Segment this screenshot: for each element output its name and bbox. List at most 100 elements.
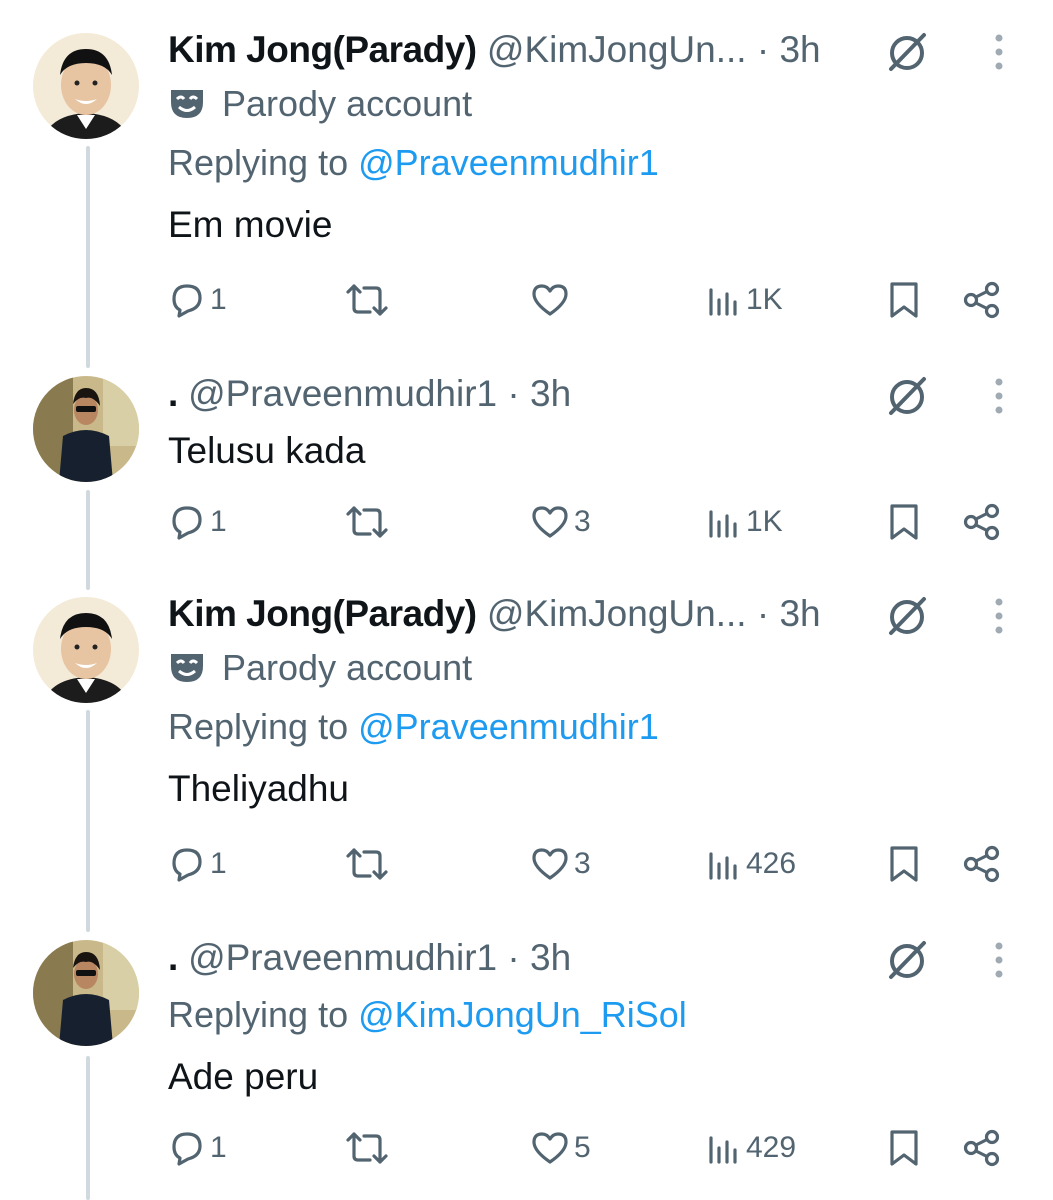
bookmark-icon (890, 504, 918, 540)
handle[interactable]: @KimJongUn... (487, 29, 747, 70)
avatar[interactable] (33, 33, 139, 139)
bookmark-button[interactable] (888, 494, 920, 550)
more-icon[interactable] (994, 378, 1004, 414)
retweet-button[interactable] (344, 494, 394, 550)
parody-label: Parody account (168, 76, 1053, 132)
views-count: 1K (746, 505, 783, 538)
views-count: 429 (746, 1131, 797, 1164)
bookmark-button[interactable] (888, 272, 920, 328)
replying-to: Replying to @Praveenmudhir1 (168, 696, 1053, 758)
replying-prefix: Replying to (168, 142, 349, 183)
like-icon (532, 284, 568, 316)
grok-icon[interactable] (884, 592, 930, 638)
grok-icon[interactable] (884, 936, 930, 982)
reply-icon (172, 284, 202, 318)
action-bar: 1 3 1K (168, 494, 1053, 550)
like-icon (532, 848, 568, 880)
views-count: 426 (746, 847, 797, 880)
replying-prefix: Replying to (168, 706, 349, 747)
replying-prefix: Replying to (168, 994, 349, 1035)
tweet-header: Kim Jong(Parady) @KimJongUn... · 3h (168, 24, 1053, 76)
tweet[interactable]: Kim Jong(Parady) @KimJongUn... · 3h Paro… (0, 0, 1053, 360)
bookmark-button[interactable] (888, 1120, 920, 1176)
retweet-icon (346, 848, 388, 880)
like-count: 3 (574, 847, 591, 880)
share-icon (963, 503, 1000, 541)
action-bar: 1 5 429 (168, 1120, 1053, 1176)
like-count: 5 (574, 1131, 591, 1164)
timestamp[interactable]: · 3h (757, 29, 821, 70)
action-bar: 1 3 426 (168, 836, 1053, 892)
like-button[interactable]: 5 (530, 1120, 591, 1176)
more-icon[interactable] (994, 942, 1004, 978)
retweet-icon (346, 506, 388, 538)
handle[interactable]: @Praveenmudhir1 (188, 373, 497, 414)
timestamp[interactable]: · 3h (507, 373, 571, 414)
bookmark-button[interactable] (888, 836, 920, 892)
replying-to: Replying to @KimJongUn_RiSol (168, 984, 1053, 1046)
reply-mention-link[interactable]: @Praveenmudhir1 (358, 142, 659, 183)
display-name[interactable]: Kim Jong(Parady) (168, 593, 477, 634)
parody-text: Parody account (222, 83, 473, 124)
tweet[interactable]: Kim Jong(Parady) @KimJongUn... · 3h Paro… (0, 580, 1053, 920)
avatar[interactable] (33, 376, 139, 482)
display-name[interactable]: Kim Jong(Parady) (168, 29, 477, 70)
tweet-header: . @Praveenmudhir1 · 3h (168, 932, 1053, 984)
display-name[interactable]: . (168, 373, 178, 414)
timestamp[interactable]: · 3h (757, 593, 821, 634)
reply-button[interactable]: 1 (168, 1120, 227, 1176)
reply-mention-link[interactable]: @Praveenmudhir1 (358, 706, 659, 747)
grok-icon[interactable] (884, 372, 930, 418)
views-button[interactable]: 1K (706, 272, 783, 328)
like-icon (532, 506, 568, 538)
reply-count: 1 (210, 847, 227, 880)
handle[interactable]: @Praveenmudhir1 (188, 937, 497, 978)
reply-mention-link[interactable]: @KimJongUn_RiSol (358, 994, 687, 1035)
retweet-button[interactable] (344, 1120, 394, 1176)
reply-button[interactable]: 1 (168, 836, 227, 892)
replying-to: Replying to @Praveenmudhir1 (168, 132, 1053, 194)
like-button[interactable] (530, 272, 574, 328)
tweet-text: Em movie (168, 204, 333, 245)
more-icon[interactable] (994, 598, 1004, 634)
like-button[interactable]: 3 (530, 494, 591, 550)
tweet-text: Theliyadhu (168, 768, 350, 809)
reply-button[interactable]: 1 (168, 272, 227, 328)
parody-text: Parody account (222, 647, 473, 688)
tweet[interactable]: . @Praveenmudhir1 · 3h Telusu kada 1 3 1… (0, 360, 1053, 580)
reply-icon (172, 506, 202, 540)
like-button[interactable]: 3 (530, 836, 591, 892)
avatar[interactable] (33, 940, 139, 1046)
avatar[interactable] (33, 597, 139, 703)
tweet[interactable]: . @Praveenmudhir1 · 3h Replying to @KimJ… (0, 920, 1053, 1200)
tweet-text: Ade peru (168, 1056, 319, 1097)
parody-label: Parody account (168, 640, 1053, 696)
retweet-button[interactable] (344, 836, 394, 892)
reply-icon (172, 848, 202, 882)
views-icon (709, 510, 737, 538)
reply-count: 1 (210, 283, 227, 316)
tweet-text: Telusu kada (168, 430, 366, 471)
share-icon (963, 281, 1000, 319)
bookmark-icon (890, 282, 918, 318)
timestamp[interactable]: · 3h (507, 937, 571, 978)
bookmark-icon (890, 846, 918, 882)
like-icon (532, 1132, 568, 1164)
grok-icon[interactable] (884, 28, 930, 74)
share-button[interactable] (962, 1120, 1002, 1176)
views-icon (709, 288, 737, 316)
more-icon[interactable] (994, 34, 1004, 70)
views-button[interactable]: 429 (706, 1120, 796, 1176)
share-icon (963, 845, 1000, 883)
share-button[interactable] (962, 494, 1002, 550)
display-name[interactable]: . (168, 937, 178, 978)
reply-icon (172, 1132, 202, 1166)
like-count: 3 (574, 505, 591, 538)
share-button[interactable] (962, 272, 1002, 328)
views-button[interactable]: 1K (706, 494, 783, 550)
reply-button[interactable]: 1 (168, 494, 227, 550)
handle[interactable]: @KimJongUn... (487, 593, 747, 634)
share-button[interactable] (962, 836, 1002, 892)
retweet-button[interactable] (344, 272, 394, 328)
views-button[interactable]: 426 (706, 836, 796, 892)
